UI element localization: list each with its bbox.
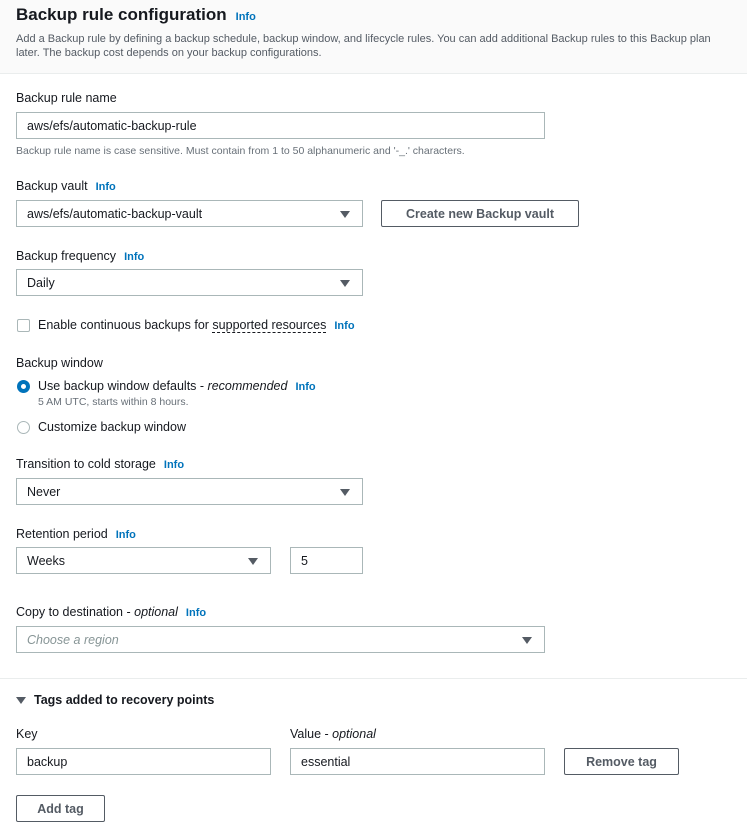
caret-down-icon bbox=[248, 558, 258, 565]
window-defaults-radio[interactable] bbox=[17, 380, 30, 393]
tag-key-label-text: Key bbox=[16, 727, 38, 741]
retention-unit-value: Weeks bbox=[27, 553, 65, 568]
window-defaults-hint: 5 AM UTC, starts within 8 hours. bbox=[38, 396, 189, 408]
frequency-label: Backup frequency Info bbox=[16, 248, 144, 265]
frequency-label-text: Backup frequency bbox=[16, 249, 117, 263]
remove-tag-button[interactable]: Remove tag bbox=[564, 748, 679, 775]
rule-name-value: aws/efs/automatic-backup-rule bbox=[27, 118, 197, 133]
tag-key-label: Key bbox=[16, 726, 38, 742]
copy-region-select[interactable]: Choose a region bbox=[16, 626, 545, 653]
expand-triangle-icon bbox=[16, 696, 26, 704]
frequency-info-link[interactable]: Info bbox=[124, 249, 144, 265]
continuous-prefix: Enable continuous backups for bbox=[38, 318, 213, 332]
rule-name-hint: Backup rule name is case sensitive. Must… bbox=[16, 145, 465, 157]
vault-select-value: aws/efs/automatic-backup-vault bbox=[27, 206, 203, 221]
supported-resources-link[interactable]: supported resources bbox=[212, 318, 327, 333]
continuous-backup-checkbox[interactable] bbox=[17, 319, 30, 332]
frequency-select-value: Daily bbox=[27, 275, 55, 290]
cold-storage-label: Transition to cold storage Info bbox=[16, 456, 184, 473]
tag-value-label-text: Value - optional bbox=[290, 726, 376, 742]
rule-name-label: Backup rule name bbox=[16, 90, 117, 106]
copy-label-main: Copy to destination - bbox=[16, 605, 135, 619]
add-tag-button[interactable]: Add tag bbox=[16, 795, 105, 822]
tags-section-toggle[interactable]: Tags added to recovery points bbox=[16, 693, 214, 707]
copy-info-link[interactable]: Info bbox=[186, 605, 206, 621]
window-customize-radio[interactable] bbox=[17, 421, 30, 434]
retention-unit-select[interactable]: Weeks bbox=[16, 547, 271, 574]
window-defaults-label-text: Use backup window defaults - bbox=[38, 379, 208, 393]
section-divider bbox=[0, 678, 747, 679]
window-customize-label-text: Customize backup window bbox=[38, 420, 186, 434]
continuous-info-link[interactable]: Info bbox=[334, 318, 354, 334]
create-vault-button[interactable]: Create new Backup vault bbox=[381, 200, 579, 227]
cold-storage-label-text: Transition to cold storage bbox=[16, 457, 156, 471]
continuous-backup-label-text: Enable continuous backups for supported … bbox=[38, 317, 327, 333]
cold-storage-info-link[interactable]: Info bbox=[164, 457, 184, 473]
vault-select[interactable]: aws/efs/automatic-backup-vault bbox=[16, 200, 363, 227]
window-defaults-label: Use backup window defaults - recommended… bbox=[38, 378, 316, 395]
retention-label-text: Retention period bbox=[16, 527, 108, 541]
window-info-link[interactable]: Info bbox=[295, 379, 315, 395]
cold-storage-value: Never bbox=[27, 484, 61, 499]
vault-label: Backup vault Info bbox=[16, 178, 116, 195]
section-header: Backup rule configuration Info Add a Bac… bbox=[0, 0, 747, 74]
window-label-text: Backup window bbox=[16, 356, 103, 370]
cold-storage-select[interactable]: Never bbox=[16, 478, 363, 505]
caret-down-icon bbox=[340, 211, 350, 218]
tag-key-input[interactable]: backup bbox=[16, 748, 271, 775]
copy-region-placeholder: Choose a region bbox=[27, 632, 119, 647]
recommended-text: recommended bbox=[207, 379, 288, 393]
retention-amount-input[interactable]: 5 bbox=[290, 547, 363, 574]
vault-label-text: Backup vault bbox=[16, 179, 88, 193]
caret-down-icon bbox=[522, 637, 532, 644]
tag-value-label: Value - optional bbox=[290, 726, 376, 742]
header-info-link[interactable]: Info bbox=[236, 6, 256, 28]
caret-down-icon bbox=[340, 489, 350, 496]
vault-info-link[interactable]: Info bbox=[96, 179, 116, 195]
retention-label: Retention period Info bbox=[16, 526, 136, 543]
window-defaults-text: Use backup window defaults - recommended bbox=[38, 378, 287, 394]
copy-optional-text: optional bbox=[134, 605, 178, 619]
frequency-select[interactable]: Daily bbox=[16, 269, 363, 296]
page-title: Backup rule configuration Info bbox=[16, 4, 731, 28]
rule-name-label-text: Backup rule name bbox=[16, 91, 117, 105]
tag-value-optional: optional bbox=[332, 727, 376, 741]
copy-label: Copy to destination - optional Info bbox=[16, 604, 206, 621]
page-title-text: Backup rule configuration bbox=[16, 5, 227, 24]
window-label: Backup window bbox=[16, 355, 103, 371]
continuous-backup-label: Enable continuous backups for supported … bbox=[38, 317, 355, 334]
copy-label-text: Copy to destination - optional bbox=[16, 604, 178, 620]
rule-name-input[interactable]: aws/efs/automatic-backup-rule bbox=[16, 112, 545, 139]
window-customize-label: Customize backup window bbox=[38, 419, 186, 435]
tags-section-title: Tags added to recovery points bbox=[34, 693, 215, 707]
caret-down-icon bbox=[340, 280, 350, 287]
retention-amount-value: 5 bbox=[301, 553, 308, 568]
tag-value-value: essential bbox=[301, 754, 351, 769]
tag-value-input[interactable]: essential bbox=[290, 748, 545, 775]
retention-info-link[interactable]: Info bbox=[116, 527, 136, 543]
tag-key-value: backup bbox=[27, 754, 68, 769]
header-description: Add a Backup rule by defining a backup s… bbox=[16, 33, 711, 59]
tag-value-label-main: Value - bbox=[290, 727, 333, 741]
